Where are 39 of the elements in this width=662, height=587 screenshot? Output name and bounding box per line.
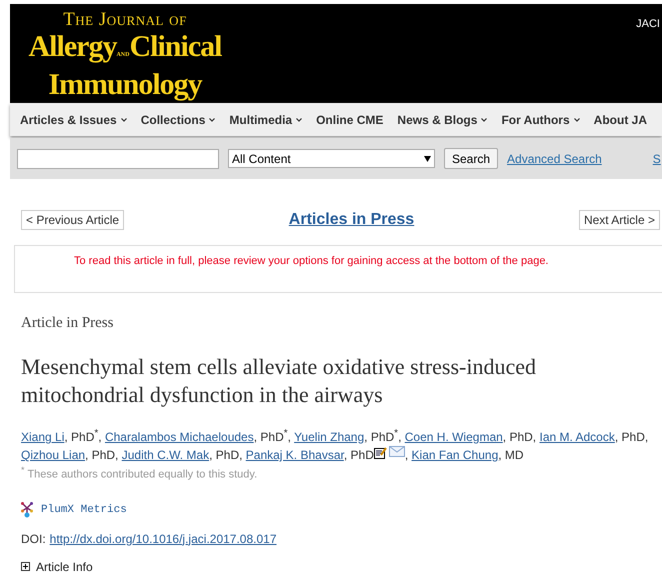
author-link[interactable]: Coen H. Wiegman [404,430,503,444]
nav-item[interactable]: Online CME [316,112,384,126]
author-link[interactable]: Xiang Li [21,430,64,444]
doi-label: DOI: [21,532,46,546]
previous-article-button[interactable]: < Previous Article [21,210,124,230]
scope-dropdown[interactable]: All Content [228,149,435,168]
article-title: Mesenchymal stem cells alleviate oxidative stress-induced mitochondrial dysfunction in the airways [21,353,538,409]
author-link[interactable]: Kian Fan Chung [412,448,498,462]
nav-item[interactable]: Multimedia [229,112,302,126]
author-link[interactable]: Pankaj K. Bhavsar [246,448,344,462]
advanced-search-link[interactable]: Advanced Search [507,152,602,166]
author-list: Xiang Li, PhD$^{*}$, Charalambos Michaeloudes, PhD$^{*}$, Yuelin Zhang, PhD$^{*}$, Coen H. Wiegman, PhD, Ian M. Adcock, PhD, Qizhou Lian, PhD, Judith C.W. Mak, PhD, Pankaj K. Bhavsar, PhD , Kian Fan Chung, MD [21,425,661,464]
header-link[interactable]: JACI [636,4,662,30]
nav-item[interactable]: News & Blogs [397,112,488,126]
plumx-icon [21,502,33,518]
access-notice: To read this article in full, please review your options for gaining access at the bottom of the page. [73,255,550,267]
author-link[interactable]: Ian M. Adcock [539,430,615,444]
next-article-button[interactable]: Next Article > [578,210,660,230]
nav-item[interactable]: Articles & Issues [20,112,127,126]
doi-link[interactable]: http://dx.doi.org/10.1016/j.jaci.2017.08.017 [50,532,277,546]
article-info-toggle[interactable]: Article Info [36,560,93,574]
author-footnote: $^{*}$ These authors contributed equally to this study. [21,464,258,482]
nav-item[interactable]: About JA [594,112,647,126]
journal-logo[interactable]: The Journal of AllergyandClinical Immunology [10,4,232,103]
dropdown-arrow-icon [424,156,431,162]
edge-link[interactable]: S [652,152,661,166]
article-label: Article in Press [21,315,114,332]
author-link[interactable]: Charalambos Michaeloudes [104,430,254,444]
nav-item[interactable]: Collections [140,112,216,126]
plumx-metrics-link[interactable]: PlumX Metrics [41,504,127,516]
search-button[interactable]: Search [444,148,498,169]
nav-item[interactable]: For Authors [501,112,580,126]
author-link[interactable]: Qizhou Lian [21,448,86,462]
expand-icon[interactable] [21,562,30,572]
articles-in-press-link[interactable]: Articles in Press [288,211,414,229]
search-field[interactable] [17,148,219,168]
author-link[interactable]: Judith C.W. Mak [122,448,210,462]
author-link[interactable]: Yuelin Zhang [294,430,364,444]
notepad-icon[interactable] [374,447,387,459]
